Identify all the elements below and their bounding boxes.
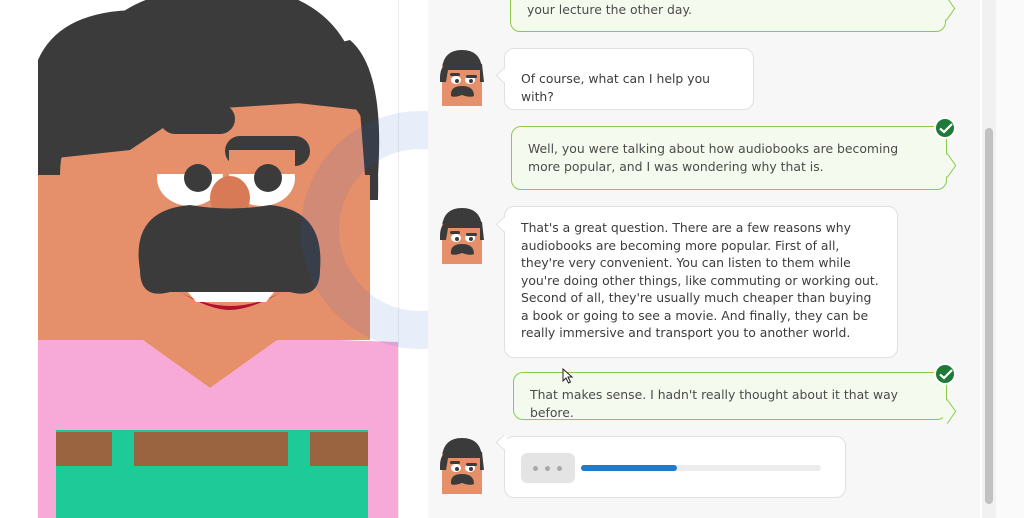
message-text: That's a great question. There are a few… [521,220,879,340]
character-illustration-panel [20,0,399,518]
message-text: your lecture the other day. [527,2,692,17]
check-icon [934,117,956,139]
message-text: That makes sense. I hadn't really though… [530,387,899,420]
bot-typing-message [504,436,846,498]
check-icon [934,363,956,385]
chat-scrollbar[interactable] [982,0,996,518]
character-illustration [38,0,398,518]
audio-progress-bar [581,465,821,471]
typing-indicator [521,453,575,483]
message-text: Well, you were talking about how audiobo… [528,141,899,174]
scrollbar-thumb[interactable] [985,128,993,504]
character-avatar-icon [434,48,490,108]
bot-message: Of course, what can I help you with? [504,48,754,110]
message-text: Of course, what can I help you with? [521,71,711,104]
right-gutter [996,0,1024,518]
audio-progress-fill [581,465,677,471]
user-message: That makes sense. I hadn't really though… [513,372,947,420]
bot-message: That's a great question. There are a few… [504,206,898,358]
chat-panel: your lecture the other day. Of course, w… [428,0,980,518]
mouse-cursor-icon [562,368,574,384]
character-avatar-icon [434,436,490,496]
user-message: your lecture the other day. [510,0,946,32]
character-avatar-icon [434,206,490,266]
user-message: Well, you were talking about how audiobo… [511,126,947,190]
